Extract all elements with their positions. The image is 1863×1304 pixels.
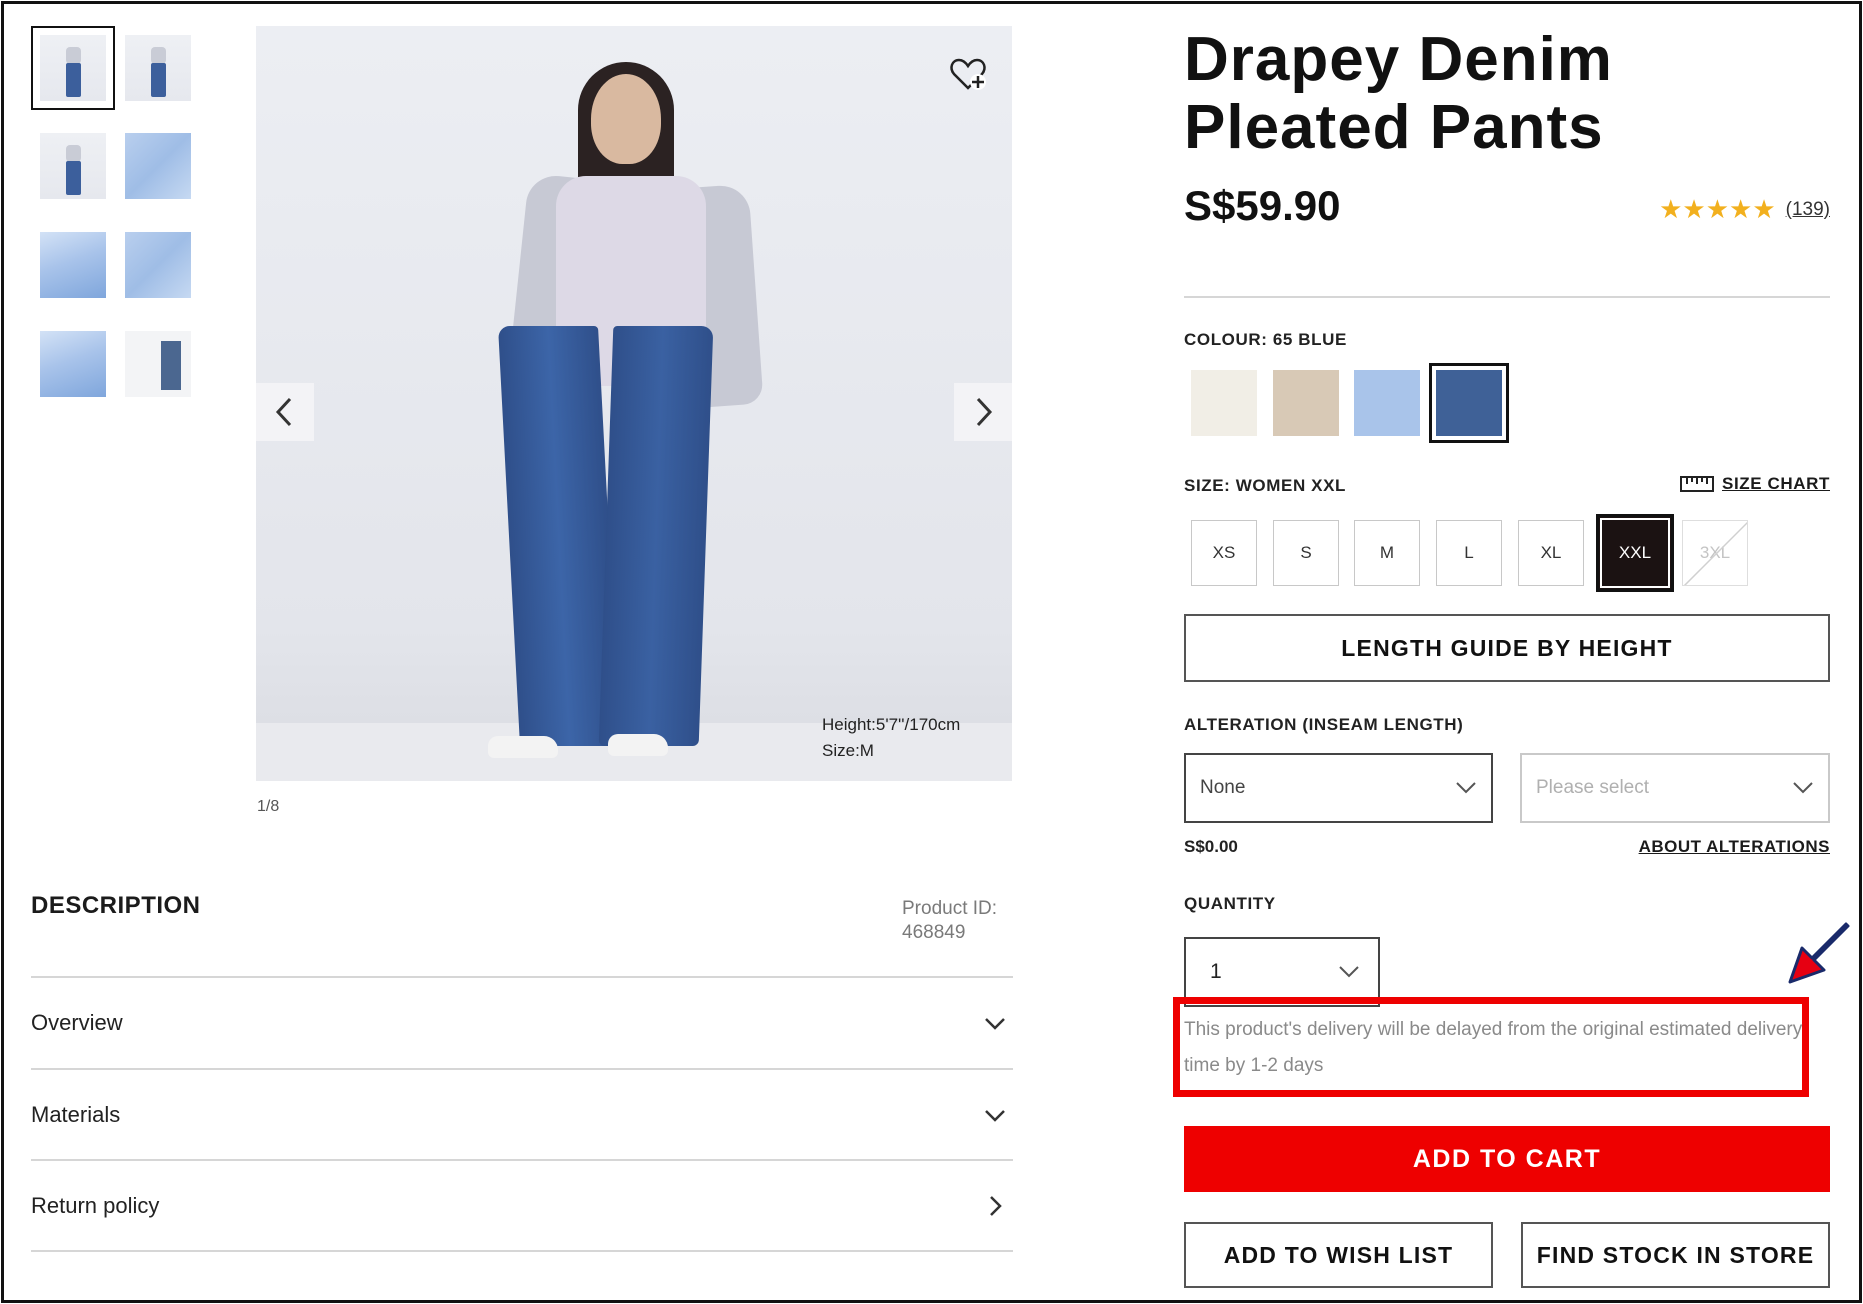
image-counter: 1/8 (257, 798, 280, 815)
model-face (591, 74, 661, 164)
accordion-label: Overview (31, 1010, 123, 1035)
alteration-length-select[interactable]: Please select (1520, 753, 1830, 823)
size-chart-label: SIZE CHART (1722, 474, 1830, 493)
find-stock-in-store-button[interactable]: FIND STOCK IN STORE (1521, 1222, 1830, 1288)
heart-plus-icon[interactable] (948, 54, 988, 94)
annotation-arrow-icon (1788, 922, 1850, 984)
product-title: Drapey Denim Pleated Pants (1184, 25, 1613, 162)
model-pants (598, 326, 714, 746)
about-alterations-link[interactable]: ABOUT ALTERATIONS (1639, 837, 1830, 857)
thumbnail-image (40, 331, 106, 397)
alteration-type-value: None (1200, 777, 1246, 798)
product-id: Product ID: 468849 (902, 897, 997, 945)
chevron-down-icon (1339, 966, 1359, 978)
thumbnail-image (125, 331, 191, 397)
chevron-down-icon (985, 1018, 1005, 1030)
size-option-3xl-unavailable[interactable]: 3XL (1682, 520, 1748, 586)
description-title: DESCRIPTION (31, 892, 201, 919)
alteration-price: S$0.00 (1184, 837, 1238, 856)
product-id-value: 468849 (902, 922, 966, 943)
size-label: SIZE: WOMEN XXL (1184, 476, 1346, 495)
thumbnail-image (40, 232, 106, 298)
quantity-label: QUANTITY (1184, 894, 1276, 913)
chevron-down-icon (985, 1110, 1005, 1122)
thumbnail-image (40, 35, 106, 101)
thumbnail-fabric-detail[interactable] (123, 230, 193, 300)
thumbnail-model-back[interactable] (38, 131, 108, 201)
chevron-left-icon (275, 397, 292, 427)
thumbnail-image (40, 133, 106, 199)
product-price: S$59.90 (1184, 182, 1341, 229)
thumbnail-model-front[interactable] (31, 26, 115, 110)
accordion-overview[interactable]: Overview (31, 976, 1013, 1068)
accordion-return-policy[interactable]: Return policy (31, 1159, 1013, 1251)
accordion-divider (31, 1250, 1013, 1252)
colour-swatch-off-white[interactable] (1191, 370, 1257, 436)
add-to-cart-button[interactable]: ADD TO CART (1184, 1126, 1830, 1192)
delivery-delay-notice: This product's delivery will be delayed … (1184, 1019, 1803, 1076)
thumbnail-fabric-fold[interactable] (38, 329, 108, 399)
size-option-xxl[interactable]: XXL (1596, 514, 1674, 592)
size-option-s[interactable]: S (1273, 520, 1339, 586)
chevron-right-icon (976, 397, 993, 427)
next-image-button[interactable] (954, 383, 1012, 441)
main-product-image[interactable]: Height:5'7''/170cm Size:M (256, 26, 1012, 781)
colour-swatch-light-blue[interactable] (1354, 370, 1420, 436)
alteration-type-select[interactable]: None (1184, 753, 1493, 823)
accordion-label: Return policy (31, 1193, 160, 1218)
size-option-xl[interactable]: XL (1518, 520, 1584, 586)
size-option-xs[interactable]: XS (1191, 520, 1257, 586)
thumbnail-model-side[interactable] (123, 33, 193, 103)
length-guide-button[interactable]: LENGTH GUIDE BY HEIGHT (1184, 614, 1830, 682)
thumbnail-flat-front[interactable] (123, 131, 193, 201)
accordion-materials[interactable]: Materials (31, 1068, 1013, 1160)
chevron-right-icon (990, 1196, 1002, 1216)
add-to-wish-list-button[interactable]: ADD TO WISH LIST (1184, 1222, 1493, 1288)
thumbnail-size-info[interactable] (123, 329, 193, 399)
colour-label: COLOUR: 65 BLUE (1184, 330, 1347, 349)
product-id-label: Product ID: (902, 898, 998, 919)
chevron-down-icon (1456, 782, 1476, 794)
model-caption: Height:5'7''/170cm Size:M (822, 712, 960, 764)
size-option-m[interactable]: M (1354, 520, 1420, 586)
model-shoe (608, 734, 668, 756)
alteration-label: ALTERATION (INSEAM LENGTH) (1184, 715, 1464, 734)
size-chart-link[interactable]: SIZE CHART (1680, 474, 1830, 494)
accordion-label: Materials (31, 1102, 121, 1127)
thumbnail-image (125, 133, 191, 199)
ruler-icon (1680, 476, 1714, 492)
model-size: Size:M (822, 741, 874, 760)
thumbnail-image (125, 232, 191, 298)
star-rating-icon: ★★★★★ (1659, 195, 1776, 225)
chevron-down-icon (1793, 782, 1813, 794)
review-count-link[interactable]: (139) (1786, 199, 1830, 221)
thumbnail-image (125, 35, 191, 101)
model-shoe (488, 736, 558, 758)
alteration-length-placeholder: Please select (1536, 777, 1650, 798)
colour-swatch-blue[interactable] (1429, 363, 1509, 443)
model-height: Height:5'7''/170cm (822, 715, 961, 734)
previous-image-button[interactable] (256, 383, 314, 441)
quantity-value: 1 (1210, 960, 1222, 983)
divider (1184, 296, 1830, 298)
unavailable-slash-icon (1683, 521, 1747, 585)
thumbnail-flat-waist[interactable] (38, 230, 108, 300)
colour-swatch-beige[interactable] (1273, 370, 1339, 436)
size-option-l[interactable]: L (1436, 520, 1502, 586)
rating[interactable]: ★★★★★ (139) (1659, 195, 1830, 225)
